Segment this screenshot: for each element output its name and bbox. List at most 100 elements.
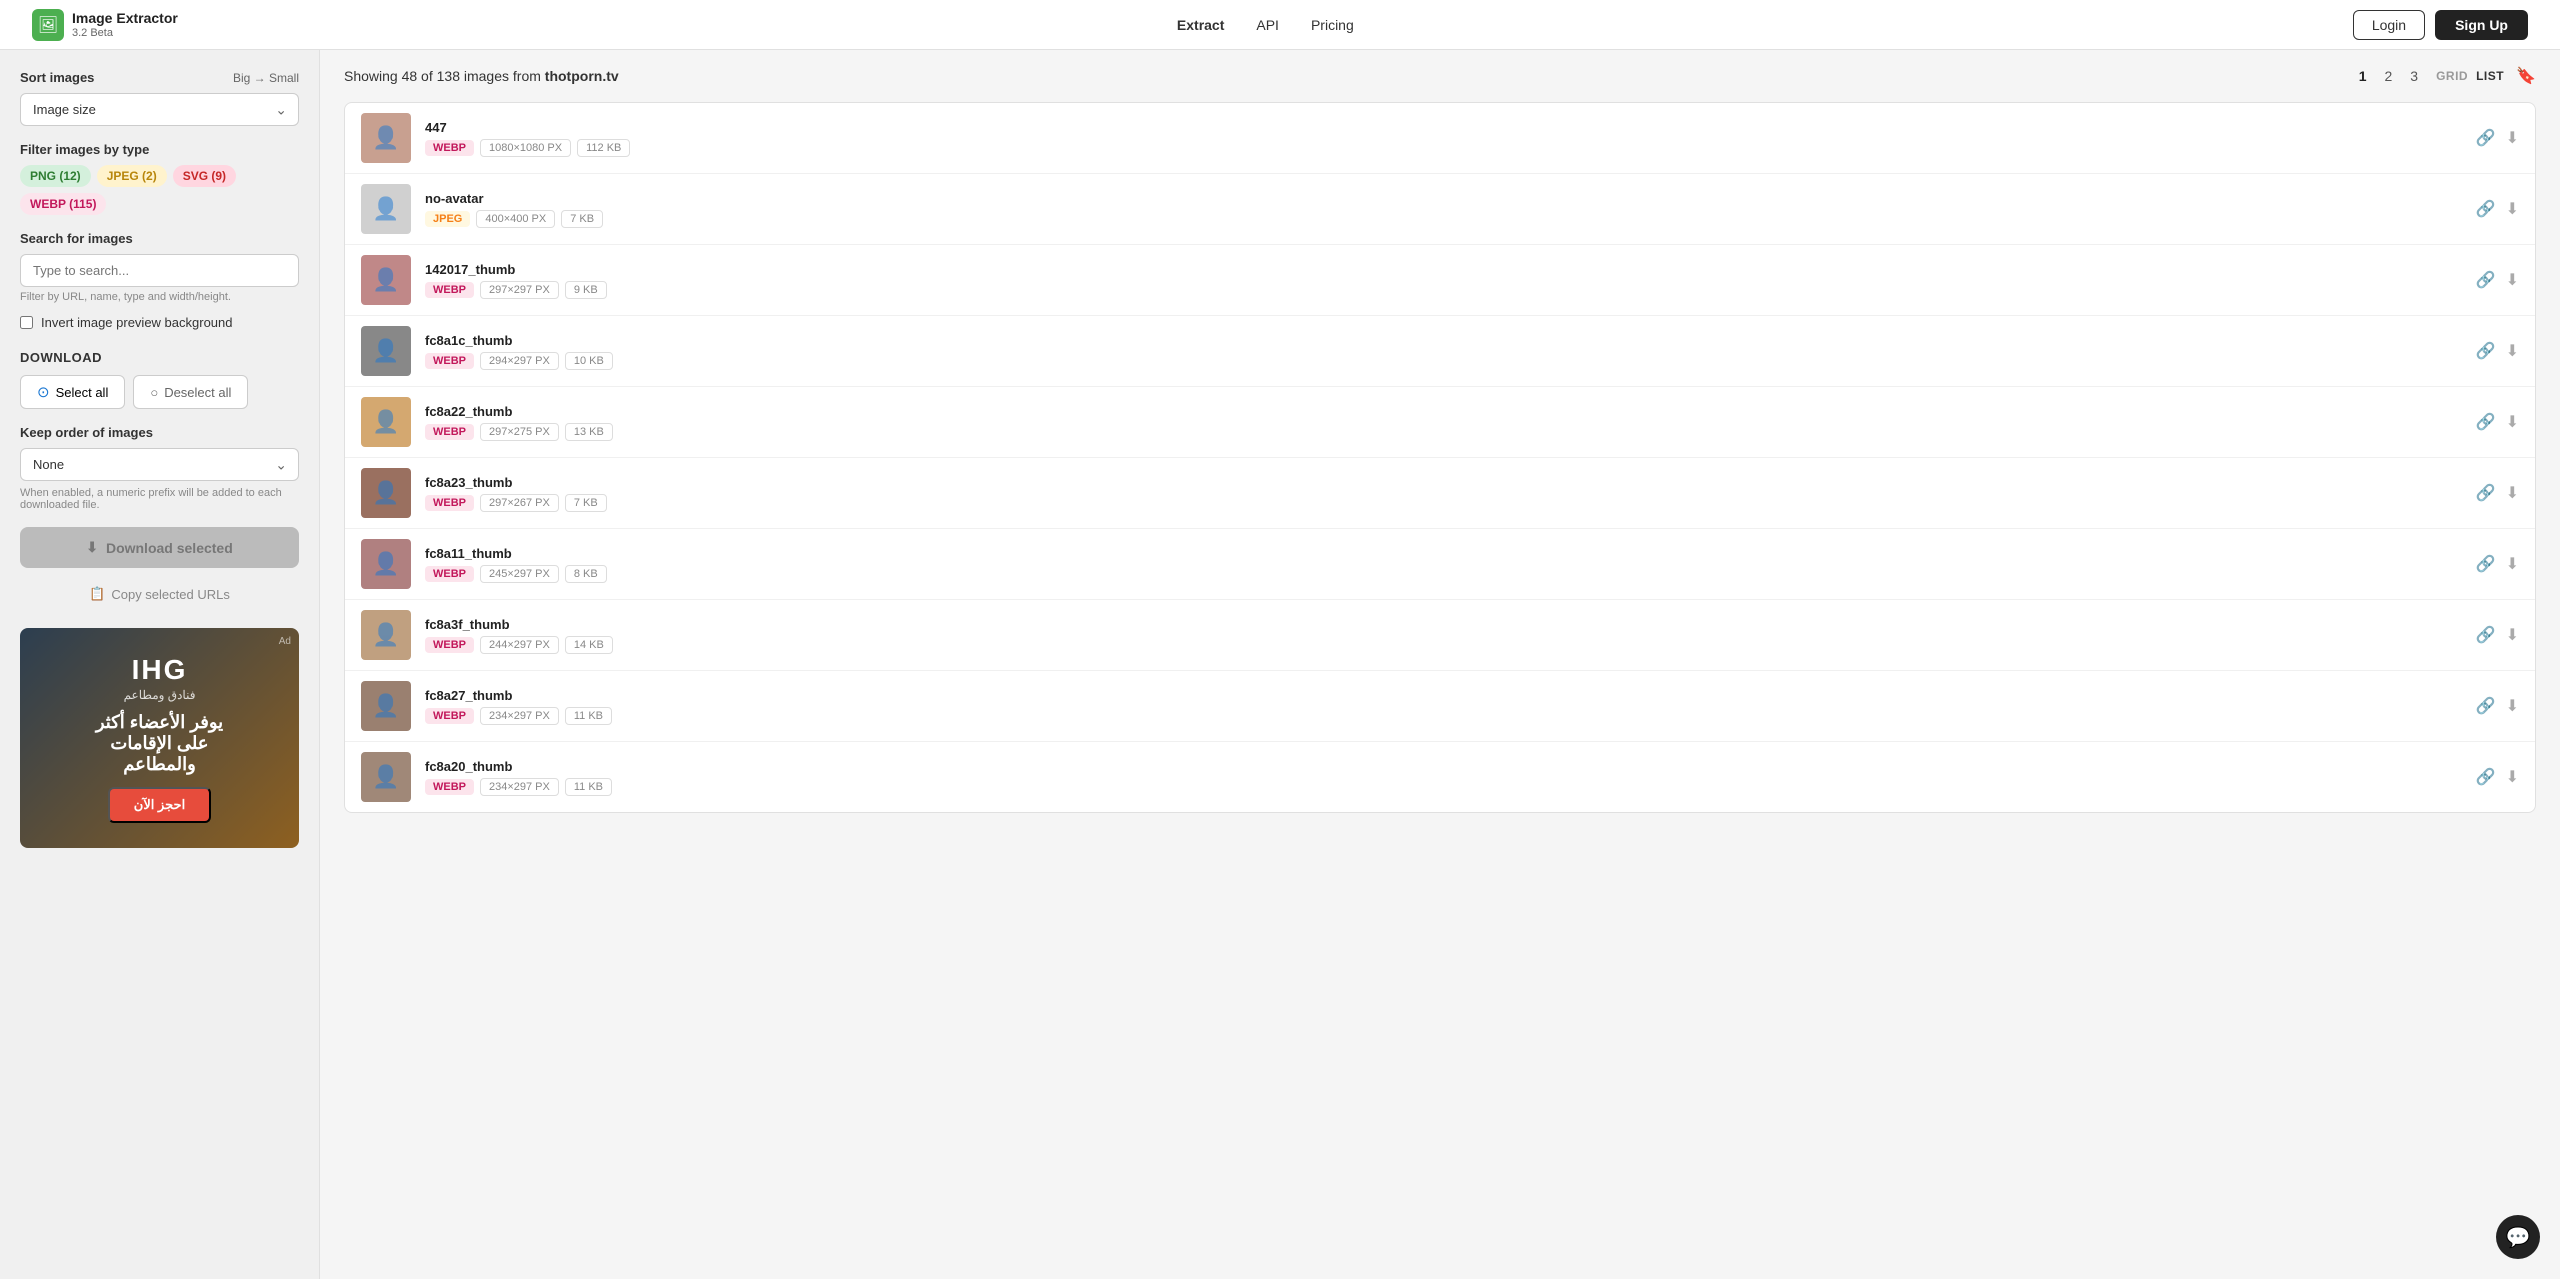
chat-bubble[interactable]: 💬 — [2496, 1215, 2540, 1259]
ad-cta-button[interactable]: احجز الآن — [108, 787, 211, 823]
link-icon[interactable]: 🔗 — [2476, 696, 2496, 716]
search-section: Search for images Filter by URL, name, t… — [20, 231, 299, 303]
image-thumbnail: 👤 — [361, 468, 411, 518]
filter-tag-png[interactable]: PNG (12) — [20, 165, 91, 187]
image-type-badge: WEBP — [425, 495, 474, 511]
image-type-badge: WEBP — [425, 637, 474, 653]
image-filesize: 14 KB — [565, 636, 613, 654]
copy-urls-button[interactable]: 📋 Copy selected URLs — [20, 576, 299, 612]
link-icon[interactable]: 🔗 — [2476, 554, 2496, 574]
page-1[interactable]: 1 — [2353, 66, 2373, 86]
image-filesize: 9 KB — [565, 281, 607, 299]
sort-select[interactable]: Image size — [20, 93, 299, 126]
download-icon[interactable]: ⬇ — [2506, 625, 2519, 645]
grid-view-button[interactable]: GRID — [2436, 69, 2468, 83]
nav-api[interactable]: API — [1256, 17, 1279, 33]
image-type-badge: WEBP — [425, 424, 474, 440]
filter-tag-jpeg[interactable]: JPEG (2) — [97, 165, 167, 187]
deselect-all-button[interactable]: ○ Deselect all — [133, 375, 248, 409]
image-dimensions: 244×297 PX — [480, 636, 559, 654]
link-icon[interactable]: 🔗 — [2476, 625, 2496, 645]
image-dimensions: 245×297 PX — [480, 565, 559, 583]
keep-order-section: Keep order of images None When enabled, … — [20, 425, 299, 511]
image-type-badge: WEBP — [425, 353, 474, 369]
image-dimensions: 297×275 PX — [480, 423, 559, 441]
download-icon[interactable]: ⬇ — [2506, 554, 2519, 574]
download-icon[interactable]: ⬇ — [2506, 412, 2519, 432]
image-name: no-avatar — [425, 191, 2462, 206]
download-icon[interactable]: ⬇ — [2506, 767, 2519, 787]
header-actions: Login Sign Up — [2353, 10, 2528, 40]
page-3[interactable]: 3 — [2404, 66, 2424, 86]
image-type-badge: WEBP — [425, 708, 474, 724]
table-row: 👤 fc8a11_thumb WEBP 245×297 PX 8 KB 🔗 ⬇ — [345, 529, 2535, 600]
order-select[interactable]: None — [20, 448, 299, 481]
filter-tag-webp[interactable]: WEBP (115) — [20, 193, 106, 215]
download-icon[interactable]: ⬇ — [2506, 341, 2519, 361]
nav-pricing[interactable]: Pricing — [1311, 17, 1354, 33]
logo: 🖼 Image Extractor 3.2 Beta — [32, 9, 178, 41]
image-info: fc8a3f_thumb WEBP 244×297 PX 14 KB — [425, 617, 2462, 654]
ad-label: Ad — [279, 636, 291, 647]
image-info: fc8a11_thumb WEBP 245×297 PX 8 KB — [425, 546, 2462, 583]
link-icon[interactable]: 🔗 — [2476, 483, 2496, 503]
sort-label: Sort images — [20, 70, 94, 85]
download-icon[interactable]: ⬇ — [2506, 696, 2519, 716]
image-actions: 🔗 ⬇ — [2476, 341, 2519, 361]
download-icon[interactable]: ⬇ — [2506, 128, 2519, 148]
download-selected-button[interactable]: ⬇ Download selected — [20, 527, 299, 568]
table-row: 👤 no-avatar JPEG 400×400 PX 7 KB 🔗 ⬇ — [345, 174, 2535, 245]
bookmark-icon[interactable]: 🔖 — [2516, 66, 2536, 86]
image-dimensions: 297×267 PX — [480, 494, 559, 512]
download-icon[interactable]: ⬇ — [2506, 270, 2519, 290]
search-input[interactable] — [20, 254, 299, 287]
page-2[interactable]: 2 — [2378, 66, 2398, 86]
download-icon[interactable]: ⬇ — [2506, 199, 2519, 219]
invert-label: Invert image preview background — [41, 315, 233, 330]
copy-urls-label: Copy selected URLs — [111, 587, 230, 602]
image-actions: 🔗 ⬇ — [2476, 767, 2519, 787]
page-numbers: 1 2 3 — [2353, 66, 2424, 86]
list-view-button[interactable]: LIST — [2476, 69, 2504, 83]
image-name: 142017_thumb — [425, 262, 2462, 277]
image-thumbnail: 👤 — [361, 681, 411, 731]
select-all-button[interactable]: ⊙ Select all — [20, 375, 125, 409]
link-icon[interactable]: 🔗 — [2476, 270, 2496, 290]
ad-brand-sub: فنادق ومطاعم — [124, 688, 196, 702]
image-filesize: 112 KB — [577, 139, 630, 157]
login-button[interactable]: Login — [2353, 10, 2425, 40]
nav-extract[interactable]: Extract — [1177, 17, 1224, 33]
image-actions: 🔗 ⬇ — [2476, 554, 2519, 574]
table-row: 👤 fc8a27_thumb WEBP 234×297 PX 11 KB 🔗 ⬇ — [345, 671, 2535, 742]
order-select-wrapper: None — [20, 448, 299, 481]
image-dimensions: 234×297 PX — [480, 707, 559, 725]
download-icon[interactable]: ⬇ — [2506, 483, 2519, 503]
image-type-badge: WEBP — [425, 140, 474, 156]
image-info: 142017_thumb WEBP 297×297 PX 9 KB — [425, 262, 2462, 299]
link-icon[interactable]: 🔗 — [2476, 128, 2496, 148]
invert-background-checkbox[interactable] — [20, 316, 33, 329]
image-thumbnail: 👤 — [361, 539, 411, 589]
link-icon[interactable]: 🔗 — [2476, 412, 2496, 432]
image-info: no-avatar JPEG 400×400 PX 7 KB — [425, 191, 2462, 228]
download-section: DOWNLOAD ⊙ Select all ○ Deselect all — [20, 350, 299, 409]
main-content: Showing 48 of 138 images from thotporn.t… — [320, 50, 2560, 1279]
image-filesize: 10 KB — [565, 352, 613, 370]
ad-brand: IHG — [132, 654, 188, 686]
image-name: 447 — [425, 120, 2462, 135]
download-icon: ⬇ — [86, 539, 98, 556]
link-icon[interactable]: 🔗 — [2476, 341, 2496, 361]
image-list: 👤 447 WEBP 1080×1080 PX 112 KB 🔗 ⬇ 👤 no-… — [344, 102, 2536, 813]
link-icon[interactable]: 🔗 — [2476, 767, 2496, 787]
image-dimensions: 400×400 PX — [476, 210, 555, 228]
image-meta: WEBP 1080×1080 PX 112 KB — [425, 139, 2462, 157]
image-filesize: 13 KB — [565, 423, 613, 441]
link-icon[interactable]: 🔗 — [2476, 199, 2496, 219]
sort-select-wrapper: Image size — [20, 93, 299, 126]
table-row: 👤 447 WEBP 1080×1080 PX 112 KB 🔗 ⬇ — [345, 103, 2535, 174]
image-name: fc8a3f_thumb — [425, 617, 2462, 632]
image-meta: WEBP 234×297 PX 11 KB — [425, 778, 2462, 796]
filter-tag-svg[interactable]: SVG (9) — [173, 165, 236, 187]
table-row: 👤 fc8a3f_thumb WEBP 244×297 PX 14 KB 🔗 ⬇ — [345, 600, 2535, 671]
signup-button[interactable]: Sign Up — [2435, 10, 2528, 40]
